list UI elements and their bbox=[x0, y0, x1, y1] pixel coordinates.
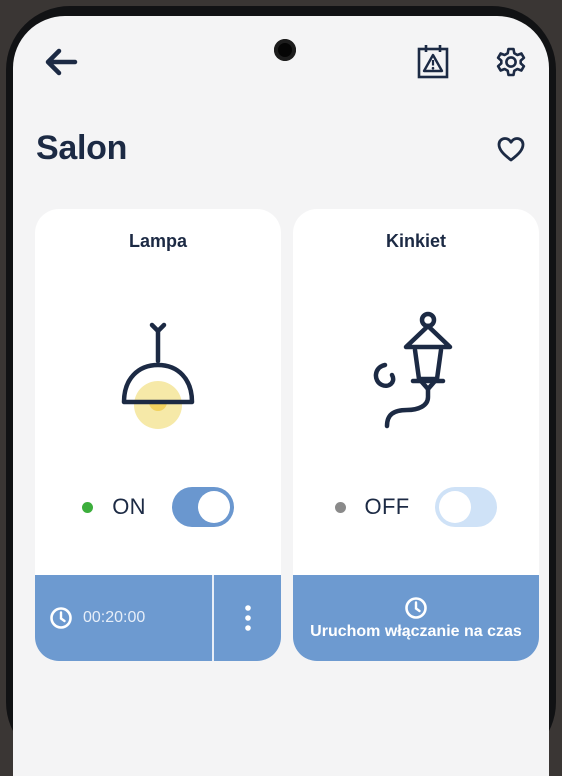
status-dot-on bbox=[82, 501, 94, 513]
alarm-button[interactable] bbox=[413, 40, 453, 84]
device-card-kinkiet[interactable]: Kinkiet OFF Uruchom włączanie na czas bbox=[293, 209, 539, 661]
toggle-knob bbox=[197, 491, 230, 523]
card-footer: Uruchom włączanie na czas bbox=[293, 575, 539, 661]
settings-button[interactable] bbox=[491, 40, 531, 84]
card-footer: 00:20:00 bbox=[35, 575, 281, 661]
page-title: Salon bbox=[36, 129, 128, 167]
device-name: Kinkiet bbox=[385, 231, 446, 251]
power-toggle[interactable] bbox=[171, 487, 234, 527]
timer-value: 00:20:00 bbox=[83, 609, 146, 626]
pendant-lamp-icon bbox=[121, 322, 195, 429]
device-card-lampa[interactable]: Lampa ON 00:20:00 bbox=[35, 209, 281, 661]
schedule-timer-button[interactable]: Uruchom włączanie na czas bbox=[293, 575, 539, 661]
wall-lantern-icon bbox=[373, 311, 453, 429]
front-camera bbox=[274, 39, 296, 61]
alarm-warning-icon bbox=[417, 45, 449, 79]
clock-icon bbox=[405, 596, 427, 619]
gear-icon bbox=[496, 47, 526, 77]
status-text: OFF bbox=[364, 494, 410, 519]
back-button[interactable] bbox=[41, 42, 81, 82]
power-toggle[interactable] bbox=[435, 487, 498, 527]
status-row: OFF bbox=[293, 485, 539, 529]
device-name: Lampa bbox=[128, 231, 188, 251]
favorite-button[interactable] bbox=[491, 129, 531, 169]
app-screen: Salon Lampa ON 00:20:00 Kinkiet OFF Uruc… bbox=[13, 16, 549, 776]
schedule-label: Uruchom włączanie na czas bbox=[310, 622, 522, 640]
status-row: ON bbox=[35, 485, 281, 529]
timer-button[interactable]: 00:20:00 bbox=[35, 575, 212, 661]
clock-icon bbox=[50, 607, 72, 629]
more-vertical-icon bbox=[244, 605, 251, 631]
heart-outline-icon bbox=[497, 137, 525, 162]
status-text: ON bbox=[112, 494, 146, 519]
more-options-button[interactable] bbox=[214, 575, 281, 661]
arrow-left-icon bbox=[45, 48, 78, 76]
toggle-knob bbox=[439, 491, 472, 523]
status-dot-off bbox=[334, 501, 346, 513]
